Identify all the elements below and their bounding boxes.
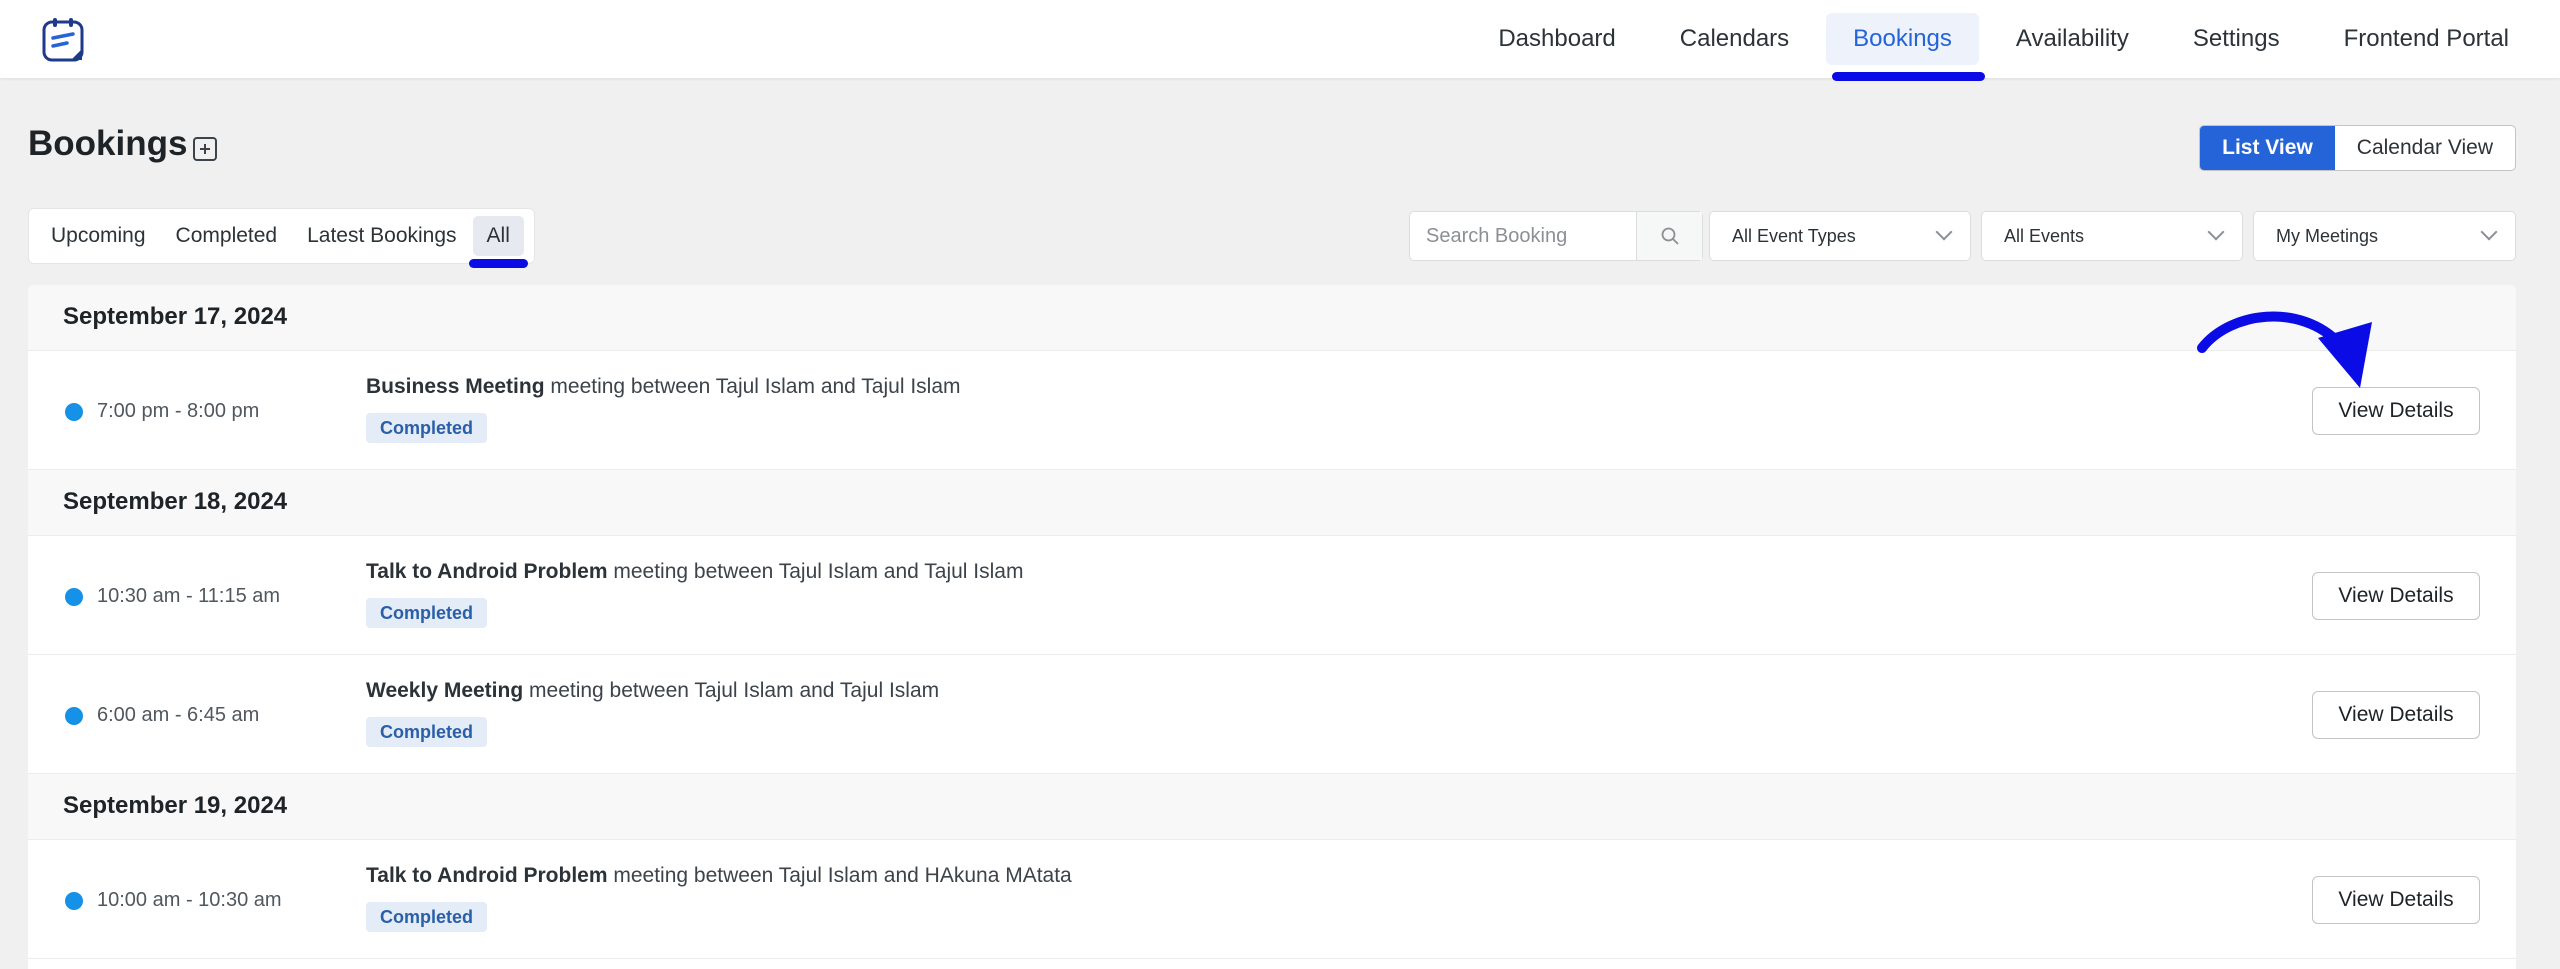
status-badge: Completed [366,717,488,747]
nav-settings-label: Settings [2192,25,2280,52]
status-dot-icon [65,707,83,725]
status-dot-icon [65,892,83,910]
chevron-down-icon [1935,223,1953,241]
nav-bookings-label: Bookings [1853,25,1952,52]
date-label: September 18, 2024 [63,488,288,515]
nav-highlight-underline [1832,72,1985,81]
meetings-value: My Meetings [2276,226,2379,246]
nav-frontend-portal[interactable]: Frontend Portal [2317,13,2536,65]
add-booking-plus-icon[interactable] [193,137,217,161]
event-name: Weekly Meeting [366,679,524,702]
tab-upcoming[interactable]: Upcoming [37,216,160,256]
calendar-view-button[interactable]: Calendar View [2335,126,2515,170]
tab-completed[interactable]: Completed [162,216,292,256]
booking-row: 7:00 pm - 8:00 pm Business Meeting meeti… [28,351,2516,470]
booking-description: meeting between Tajul Islam and Tajul Is… [550,375,961,398]
event-name: Talk to Android Problem [366,560,608,583]
booking-row: 10:00 am - 10:30 am Talk to Android Prob… [28,840,2516,959]
nav-calendars-label: Calendars [1679,25,1790,52]
main-nav: Dashboard Calendars Bookings Availabilit… [1461,0,2536,81]
booking-description: meeting between Tajul Islam and Tajul Is… [529,679,940,702]
chevron-down-icon [2480,223,2498,241]
booking-description: meeting between Tajul Islam and Tajul Is… [613,560,1024,583]
top-bar: Dashboard Calendars Bookings Availabilit… [0,0,2560,81]
status-badge: Completed [366,902,488,932]
date-label: September 17, 2024 [63,303,288,330]
view-details-button[interactable]: View Details [2312,876,2480,924]
page-title: Bookings [28,124,188,163]
tab-highlight-underline [468,259,528,268]
nav-frontend-portal-label: Frontend Portal [2343,25,2509,52]
nav-bookings[interactable]: Bookings [1826,13,1985,81]
status-badge: Completed [366,413,488,443]
nav-dashboard[interactable]: Dashboard [1471,13,1642,65]
booking-time: 7:00 pm - 8:00 pm [97,400,260,422]
nav-dashboard-label: Dashboard [1498,25,1616,52]
list-view-button[interactable]: List View [2200,126,2335,170]
date-group-header: September 17, 2024 [28,285,2516,351]
date-group-header: September 18, 2024 [28,470,2516,536]
tab-latest-bookings[interactable]: Latest Bookings [293,216,470,256]
chevron-down-icon [2207,223,2225,241]
booking-title: Talk to Android Problem meeting between … [366,864,1072,888]
search-icon [1661,227,1678,245]
event-name: Talk to Android Problem [366,864,608,887]
booking-time: 10:30 am - 11:15 am [97,585,281,607]
status-dot-icon [65,403,83,421]
nav-availability-label: Availability [2015,25,2129,52]
search-box [1409,211,1703,261]
annotation-curved-arrow-icon [2197,311,2372,388]
event-name: Business Meeting [366,375,545,398]
status-badge: Completed [366,598,488,628]
view-details-button[interactable]: View Details [2312,572,2480,620]
nav-calendars[interactable]: Calendars [1653,13,1816,65]
booking-time: 6:00 am - 6:45 am [97,704,260,726]
date-group-header: September 19, 2024 [28,774,2516,840]
booking-list: September 17, 2024 7:00 pm - 8:00 pm Bus… [28,285,2516,969]
nav-availability[interactable]: Availability [1989,13,2156,65]
events-value: All Events [2004,226,2085,246]
booking-tabs: Upcoming Completed Latest Bookings All [28,208,535,268]
booking-title: Talk to Android Problem meeting between … [366,560,1023,584]
status-dot-icon [65,588,83,606]
event-types-select[interactable]: All Event Types [1709,211,1971,261]
booking-row: 6:00 am - 6:45 am Weekly Meeting meeting… [28,655,2516,774]
app-logo-icon[interactable] [40,16,88,64]
booking-title: Business Meeting meeting between Tajul I… [366,375,961,399]
event-types-value: All Event Types [1732,226,1856,246]
tab-all-label: All [486,224,510,247]
booking-title: Weekly Meeting meeting between Tajul Isl… [366,679,939,703]
date-label: September 19, 2024 [63,792,288,819]
search-button[interactable] [1636,212,1702,260]
booking-time: 10:00 am - 10:30 am [97,889,282,911]
meetings-select[interactable]: My Meetings [2253,211,2516,261]
tab-all[interactable]: All [468,216,528,268]
events-select[interactable]: All Events [1981,211,2243,261]
booking-description: meeting between Tajul Islam and HAkuna M… [613,864,1072,887]
search-input[interactable] [1410,212,1636,260]
view-details-button[interactable]: View Details [2312,691,2480,739]
nav-settings[interactable]: Settings [2166,13,2307,65]
booking-row: 10:30 am - 11:15 am Talk to Android Prob… [28,536,2516,655]
view-toggle: List View Calendar View [2199,125,2516,171]
